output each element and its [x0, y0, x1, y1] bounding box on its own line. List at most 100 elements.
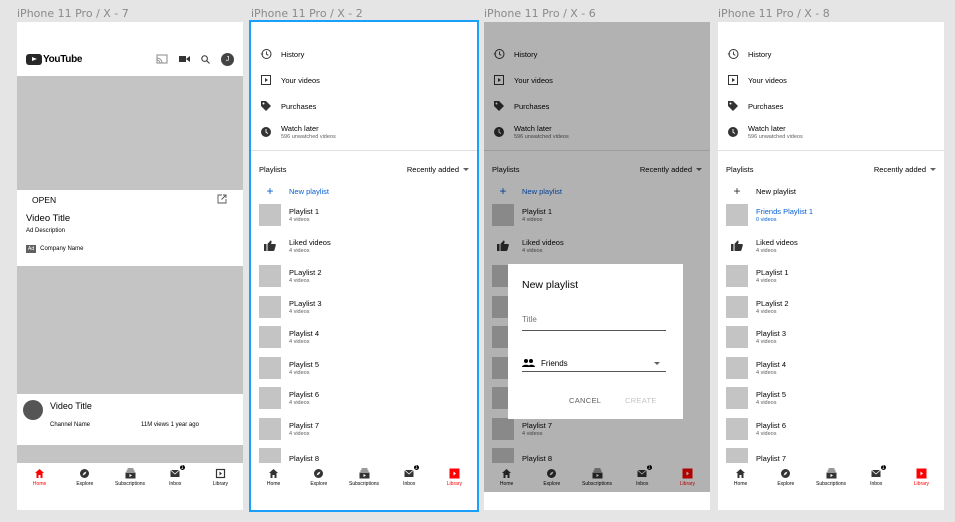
playlist-item[interactable]: Playlist 74 videos	[251, 417, 477, 440]
external-link-icon[interactable]	[217, 194, 227, 204]
channel-avatar[interactable]	[23, 400, 43, 420]
nav-inbox[interactable]: 1 Inbox	[387, 463, 432, 492]
search-icon[interactable]	[201, 54, 210, 64]
nav-explore[interactable]: Explore	[62, 463, 107, 492]
playlist-name: Playlist 6	[289, 390, 320, 399]
youtube-logo[interactable]: YouTube	[26, 53, 83, 65]
cancel-button[interactable]: CANCEL	[569, 396, 601, 405]
next-video-thumbnail[interactable]	[17, 445, 243, 463]
nav-inbox-label: Inbox	[870, 481, 883, 487]
privacy-value: Friends	[541, 358, 568, 368]
playlist-item[interactable]: Liked videos 4 videos	[718, 235, 944, 257]
playlist-item[interactable]: Playlist 64 videos	[251, 387, 477, 409]
ad-company-row: Ad Company Name	[26, 245, 83, 253]
new-playlist-button[interactable]: + New playlist	[251, 184, 477, 198]
nav-library[interactable]: Library	[198, 463, 243, 492]
ad-media-placeholder[interactable]	[17, 76, 243, 190]
channel-name[interactable]: Channel Name	[50, 422, 90, 428]
playlist-title-input[interactable]: Title	[522, 315, 666, 331]
playlist-name: Playlist 8	[289, 454, 320, 463]
plus-icon: +	[733, 184, 741, 198]
playlist-name: Playlist 4	[756, 359, 787, 369]
playlist-item[interactable]: PLaylist 34 videos	[251, 295, 477, 318]
sort-dropdown[interactable]: Recently added	[874, 165, 936, 174]
nav-library[interactable]: Library	[432, 463, 477, 492]
your-videos-label: Your videos	[281, 75, 320, 85]
nav-home[interactable]: Home	[718, 463, 763, 492]
playlist-item[interactable]: Playlist 34 videos	[718, 326, 944, 348]
nav-library-label: Library	[913, 481, 930, 487]
video-title[interactable]: Video Title	[50, 401, 92, 411]
frame-label-1: iPhone 11 Pro / X - 7	[17, 7, 129, 20]
playlist-name: Playlist 1	[289, 207, 320, 216]
frame-library-updated: History Your videos Purchases Watch late…	[718, 22, 944, 510]
nav-home[interactable]: Home	[17, 463, 62, 492]
nav-subscriptions[interactable]: Subscriptions	[107, 463, 152, 492]
nav-home-label: Home	[733, 481, 748, 487]
library-watch-later[interactable]: Watch later 596 unwatched videos	[251, 124, 477, 140]
nav-explore[interactable]: Explore	[296, 463, 341, 492]
playlists-heading: Playlists	[259, 165, 287, 174]
compass-icon	[780, 468, 791, 479]
compass-icon	[313, 468, 324, 479]
nav-inbox[interactable]: 1 Inbox	[153, 463, 198, 492]
playlist-item[interactable]: Playlist 44 videos	[718, 356, 944, 379]
nav-explore-label: Explore	[777, 481, 795, 487]
nav-subscriptions[interactable]: Subscriptions	[808, 463, 853, 492]
library-watch-later[interactable]: Watch later 596 unwatched videos	[718, 124, 944, 140]
dropdown-caret-icon	[930, 168, 936, 171]
playlist-item[interactable]: Playlist 54 videos	[718, 387, 944, 409]
library-your-videos[interactable]: Your videos	[251, 74, 477, 86]
dialog-scrim[interactable]	[484, 22, 710, 492]
account-avatar[interactable]: J	[221, 52, 234, 66]
nav-library[interactable]: Library	[899, 463, 944, 492]
video-thumbnail[interactable]	[17, 266, 243, 394]
playlist-name: Liked videos	[756, 237, 798, 247]
playlist-item[interactable]: PLaylist 24 videos	[718, 295, 944, 318]
nav-explore[interactable]: Explore	[763, 463, 808, 492]
ad-open-button[interactable]: OPEN	[32, 195, 56, 205]
sort-label: Recently added	[406, 165, 459, 174]
library-history[interactable]: History	[251, 48, 477, 60]
playlist-item[interactable]: Liked videos 4 videos	[251, 235, 477, 257]
playlist-thumbnail	[726, 295, 748, 318]
playlist-item[interactable]: PLaylist 14 videos	[718, 265, 944, 287]
nav-home-label: Home	[32, 481, 47, 487]
subscriptions-icon	[125, 468, 136, 479]
library-purchases[interactable]: Purchases	[251, 100, 477, 112]
library-icon	[449, 468, 460, 479]
playlist-item[interactable]: PLaylist 24 videos	[251, 265, 477, 287]
nav-explore-label: Explore	[76, 481, 94, 487]
playlist-item[interactable]: Friends Playlist 10 videos	[718, 204, 944, 226]
ad-video-title[interactable]: Video Title	[26, 213, 70, 224]
playlist-thumbnail	[259, 265, 281, 287]
cast-icon[interactable]	[156, 54, 168, 64]
library-history[interactable]: History	[718, 48, 944, 60]
nav-subscriptions[interactable]: Subscriptions	[341, 463, 386, 492]
tag-icon	[727, 100, 739, 112]
people-icon	[522, 359, 535, 367]
create-button[interactable]: CREATE	[625, 396, 657, 405]
playlist-item[interactable]: Playlist 14 videos	[251, 204, 477, 226]
privacy-select[interactable]: Friends	[522, 355, 666, 372]
playlist-item[interactable]: Playlist 44 videos	[251, 326, 477, 348]
dropdown-caret-icon	[654, 361, 660, 365]
library-your-videos[interactable]: Your videos	[718, 74, 944, 86]
video-camera-icon[interactable]	[179, 55, 190, 63]
nav-home[interactable]: Home	[251, 463, 296, 492]
playlists-heading: Playlists	[726, 165, 754, 174]
nav-inbox[interactable]: 1 Inbox	[854, 463, 899, 492]
sort-dropdown[interactable]: Recently added	[407, 165, 469, 174]
playlist-video-count: 4 videos	[289, 369, 310, 376]
new-playlist-dialog: New playlist Title Friends CANCEL CREATE	[508, 264, 683, 419]
logo-text: YouTube	[43, 53, 83, 65]
playlist-item[interactable]: Playlist 64 videos	[718, 417, 944, 440]
inbox-badge: 1	[879, 464, 887, 471]
playlist-name: PLaylist 1	[756, 268, 789, 277]
library-purchases[interactable]: Purchases	[718, 100, 944, 112]
playlist-item[interactable]: Playlist 54 videos	[251, 356, 477, 379]
library-icon	[916, 468, 927, 479]
playlist-thumbnail	[726, 265, 748, 287]
new-playlist-button[interactable]: + New playlist	[718, 184, 944, 198]
ad-company-name: Company Name	[40, 246, 84, 252]
